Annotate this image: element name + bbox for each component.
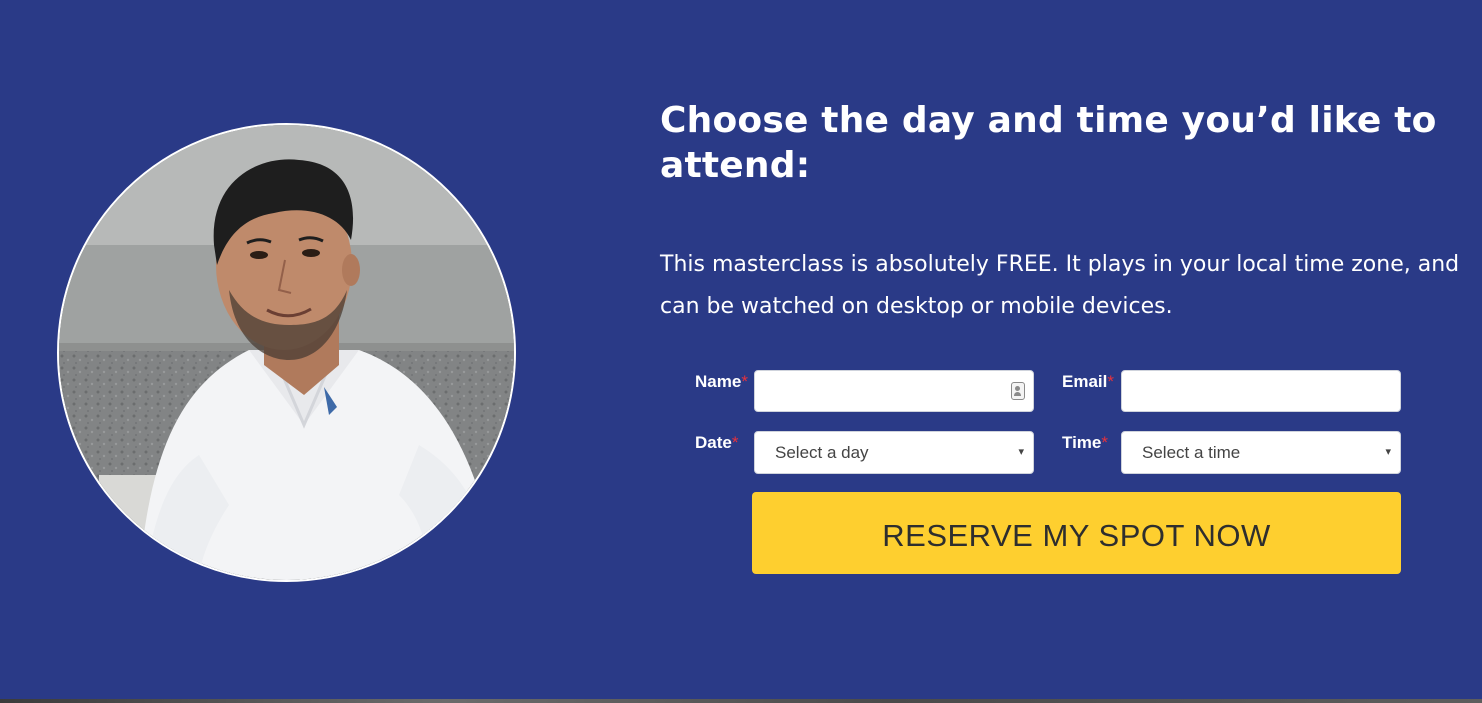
required-marker: * bbox=[741, 372, 748, 391]
name-label-text: Name bbox=[695, 372, 742, 391]
date-label-text: Date bbox=[695, 433, 732, 452]
time-field-label: Time* bbox=[1062, 433, 1108, 453]
date-select[interactable]: Select a day ▾ bbox=[754, 431, 1034, 474]
date-select-value: Select a day bbox=[775, 443, 869, 462]
required-marker: * bbox=[1101, 433, 1108, 452]
registration-section: Choose the day and time you’d like to at… bbox=[0, 0, 1482, 703]
chevron-down-icon: ▾ bbox=[1018, 445, 1024, 458]
chevron-down-icon: ▾ bbox=[1385, 445, 1391, 458]
presenter-photo-image bbox=[59, 125, 514, 580]
name-input[interactable] bbox=[754, 370, 1034, 412]
required-marker: * bbox=[731, 433, 739, 452]
next-section-edge bbox=[0, 699, 1482, 703]
email-label-text: Email bbox=[1062, 372, 1108, 391]
page-headline: Choose the day and time you’d like to at… bbox=[660, 100, 1437, 186]
reserve-spot-button[interactable]: RESERVE MY SPOT NOW bbox=[752, 492, 1401, 574]
time-select[interactable]: Select a time ▾ bbox=[1121, 431, 1401, 474]
presenter-photo bbox=[57, 123, 516, 582]
time-label-text: Time bbox=[1062, 433, 1102, 452]
contact-card-icon[interactable] bbox=[1011, 382, 1025, 400]
email-field-label: Email* bbox=[1062, 372, 1114, 392]
masterclass-description: This masterclass is absolutely FREE. It … bbox=[660, 252, 1460, 319]
email-input[interactable] bbox=[1121, 370, 1401, 412]
name-field-label: Name* bbox=[695, 372, 748, 392]
time-select-value: Select a time bbox=[1142, 443, 1241, 462]
required-marker: * bbox=[1107, 372, 1114, 391]
date-field-label: Date* bbox=[695, 433, 738, 453]
